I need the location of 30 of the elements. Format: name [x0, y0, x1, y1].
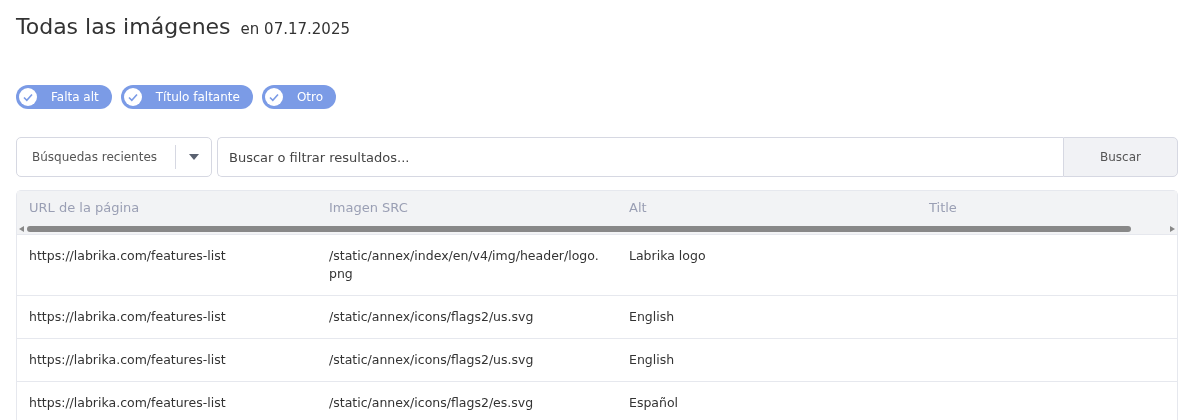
table-cell-text: Labrika logo: [628, 247, 707, 265]
filter-chip[interactable]: Título faltante: [120, 85, 253, 109]
filter-chip[interactable]: Otro: [261, 85, 337, 109]
table-cell-text: https://labrika.com/features-list: [28, 308, 227, 326]
table-cell-text: https://labrika.com/features-list: [28, 351, 227, 369]
horizontal-scrollbar[interactable]: [17, 224, 1177, 235]
filter-chip[interactable]: Falta alt: [16, 85, 112, 109]
dropdown-label: Búsquedas recientes: [31, 150, 159, 164]
search-button[interactable]: Buscar: [1063, 137, 1178, 177]
recent-searches-dropdown[interactable]: Búsquedas recientes: [16, 137, 212, 177]
table-cell-text: /static/annex/icons/flags2/es.svg: [328, 394, 535, 412]
table-cell-text: Español: [628, 394, 680, 412]
report-date: en 07.17.2025: [240, 20, 350, 38]
table-cell-text: /static/annex/icons/flags2/us.svg: [328, 308, 535, 326]
table-cell-text: https://labrika.com/features-list: [28, 247, 227, 265]
page-title: Todas las imágenes: [16, 14, 231, 39]
column-header: Imagen SRC: [328, 200, 409, 215]
column-header: Title: [928, 200, 958, 215]
table-cell-text: English: [628, 351, 676, 369]
table-cell-text: English: [628, 308, 676, 326]
table-cell-text: /static/annex/icons/flags2/us.svg: [328, 351, 535, 369]
check-icon: [19, 88, 37, 106]
table-cell-text: /static/annex/index/en/v4/img/header/logo.png: [328, 247, 600, 283]
caret-icon: [189, 153, 199, 161]
table-cell-text: https://labrika.com/features-list: [28, 394, 227, 412]
check-icon: [123, 88, 142, 106]
check-icon: [264, 88, 283, 106]
column-header: Alt: [628, 200, 648, 215]
column-header: URL de la página: [28, 200, 141, 215]
search-field[interactable]: Buscar o filtrar resultados...: [217, 137, 1063, 177]
